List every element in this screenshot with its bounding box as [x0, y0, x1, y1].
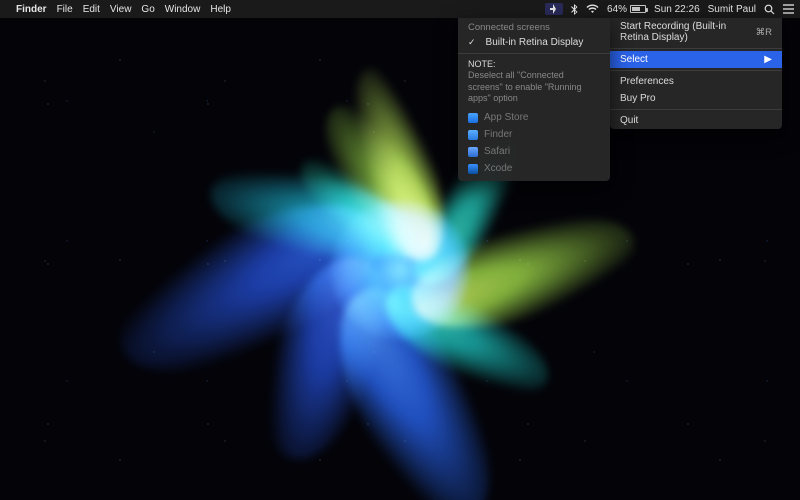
menu-item-select[interactable]: Select ▶: [610, 51, 782, 68]
menu-item-label: Quit: [620, 115, 638, 126]
recorder-menu-extra-icon[interactable]: [545, 3, 563, 15]
clock[interactable]: Sun 22:26: [654, 4, 700, 15]
user-name[interactable]: Sumit Paul: [708, 4, 756, 15]
select-submenu: Connected screens Built-in Retina Displa…: [458, 18, 610, 181]
menu-go[interactable]: Go: [141, 4, 154, 15]
notification-center-icon[interactable]: [783, 4, 794, 14]
menu-item-quit[interactable]: Quit: [610, 112, 782, 129]
xcode-icon: [468, 164, 478, 174]
running-app-label: Finder: [484, 129, 512, 140]
menu-bar: Finder File Edit View Go Window Help 64%…: [0, 0, 800, 18]
running-app-appstore: App Store: [458, 109, 610, 126]
screen-option-builtin[interactable]: Built-in Retina Display: [458, 34, 610, 51]
menu-help[interactable]: Help: [210, 4, 231, 15]
menu-view[interactable]: View: [110, 4, 132, 15]
menu-item-start-recording[interactable]: Start Recording (Built-in Retina Display…: [610, 18, 782, 46]
menu-item-label: Start Recording (Built-in Retina Display…: [620, 21, 750, 43]
submenu-arrow-icon: ▶: [764, 54, 772, 65]
menu-separator: [610, 70, 782, 71]
note-body: Deselect all "Connected screens" to enab…: [468, 70, 600, 104]
menu-item-label: Buy Pro: [620, 93, 656, 104]
finder-icon: [468, 130, 478, 140]
recorder-app-menu: Start Recording (Built-in Retina Display…: [610, 18, 782, 129]
note-title: NOTE:: [468, 59, 600, 70]
appstore-icon: [468, 113, 478, 123]
battery-percent: 64%: [607, 4, 627, 15]
wifi-icon[interactable]: [586, 4, 599, 14]
spotlight-icon[interactable]: [764, 4, 775, 15]
safari-icon: [468, 147, 478, 157]
menu-separator: [458, 53, 610, 54]
running-app-finder: Finder: [458, 126, 610, 143]
menu-bar-left: Finder File Edit View Go Window Help: [6, 4, 231, 15]
submenu-note: NOTE: Deselect all "Connected screens" t…: [458, 56, 610, 109]
menu-bar-right: 64% Sun 22:26 Sumit Paul: [545, 3, 794, 15]
screen-option-label: Built-in Retina Display: [486, 37, 584, 48]
menu-window[interactable]: Window: [165, 4, 201, 15]
menu-item-label: Preferences: [620, 76, 674, 87]
running-app-label: App Store: [484, 112, 528, 123]
menu-edit[interactable]: Edit: [83, 4, 100, 15]
menu-item-buy-pro[interactable]: Buy Pro: [610, 90, 782, 107]
menu-separator: [610, 109, 782, 110]
menu-file[interactable]: File: [57, 4, 73, 15]
menu-separator: [610, 48, 782, 49]
submenu-header-screens: Connected screens: [458, 18, 610, 34]
running-app-label: Xcode: [484, 163, 512, 174]
bluetooth-icon[interactable]: [571, 4, 578, 15]
battery-status[interactable]: 64%: [607, 4, 646, 15]
menu-item-label: Select: [620, 54, 648, 65]
menu-item-shortcut: ⌘R: [756, 27, 772, 38]
running-app-label: Safari: [484, 146, 510, 157]
menu-item-preferences[interactable]: Preferences: [610, 73, 782, 90]
active-app-name[interactable]: Finder: [16, 4, 47, 15]
battery-icon: [630, 5, 646, 13]
running-app-safari: Safari: [458, 143, 610, 160]
running-app-xcode: Xcode: [458, 160, 610, 177]
